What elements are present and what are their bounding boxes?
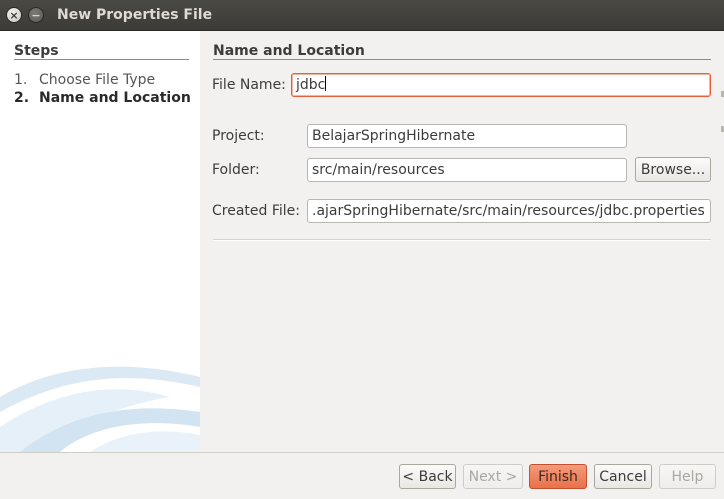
step-number: 1. — [14, 72, 28, 88]
cancel-button[interactable]: Cancel — [594, 464, 652, 489]
created-file-label: Created File: — [212, 203, 300, 219]
section-heading: Name and Location — [213, 43, 365, 59]
close-icon: × — [9, 8, 19, 22]
help-button[interactable]: Help — [659, 464, 716, 489]
step-label: Choose File Type — [39, 72, 156, 88]
browse-button[interactable]: Browse... — [635, 157, 711, 182]
form-separator — [213, 239, 711, 241]
close-window-button[interactable]: × — [6, 7, 22, 23]
back-button[interactable]: < Back — [399, 464, 456, 489]
button-bar-divider — [0, 452, 724, 453]
window-title: New Properties File — [57, 7, 213, 23]
section-divider — [213, 59, 711, 60]
folder-input[interactable]: src/main/resources — [307, 158, 627, 182]
steps-panel: Steps 1. Choose File Type 2. Name and Loca… — [0, 31, 200, 452]
minimize-icon: − — [31, 8, 41, 22]
step-number: 2. — [14, 90, 30, 106]
minimize-window-button[interactable]: − — [28, 7, 44, 23]
step-choose-file-type: 1. Choose File Type — [14, 72, 155, 88]
step-label: Name and Location — [39, 90, 191, 106]
steps-heading: Steps — [14, 43, 59, 59]
folder-label: Folder: — [212, 162, 260, 178]
file-name-label: File Name: — [212, 77, 286, 93]
project-label: Project: — [212, 128, 265, 144]
text-caret — [325, 76, 327, 91]
swoosh-watermark-image — [0, 366, 200, 452]
content-panel: Name and Location File Name: jdbc Projec… — [200, 31, 724, 452]
file-name-value: jdbc — [296, 77, 326, 93]
project-field: BelajarSpringHibernate — [307, 124, 627, 148]
file-name-input[interactable]: jdbc — [291, 73, 711, 97]
finish-button[interactable]: Finish — [529, 464, 587, 489]
created-file-field: .ajarSpringHibernate/src/main/resources/… — [307, 199, 711, 223]
steps-divider — [14, 59, 189, 60]
step-name-and-location: 2. Name and Location — [14, 90, 191, 106]
next-button[interactable]: Next > — [463, 464, 523, 489]
title-bar: × − New Properties File — [0, 0, 724, 31]
